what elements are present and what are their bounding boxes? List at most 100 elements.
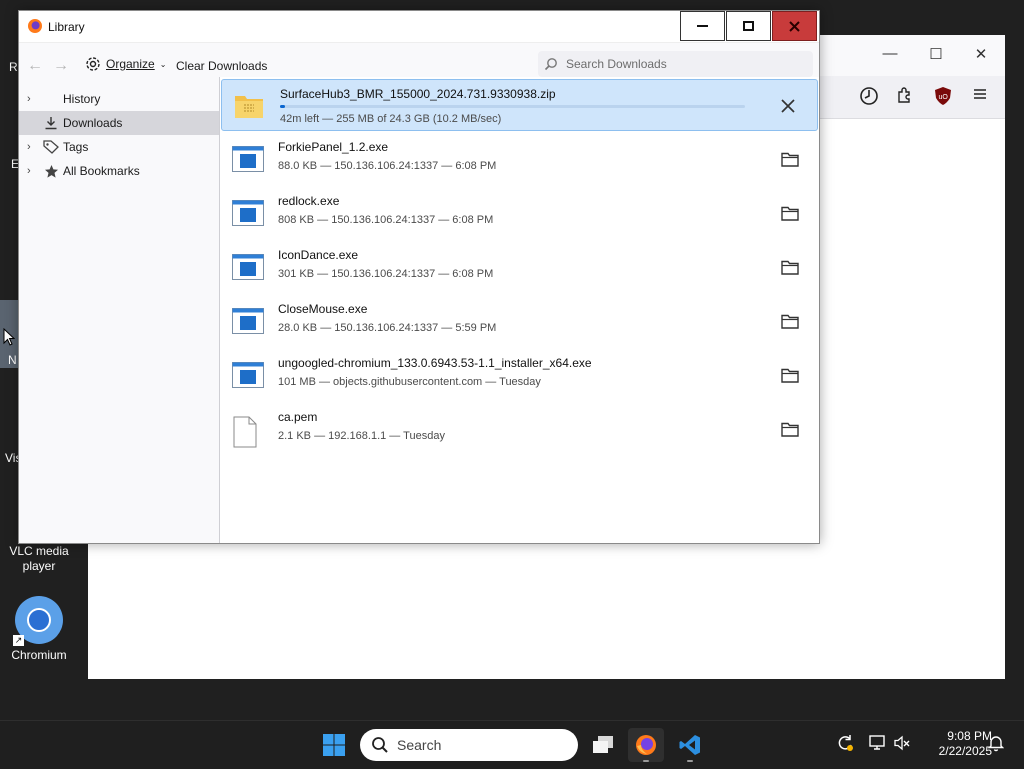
download-item[interactable]: ca.pem 2.1 KB — 192.168.1.1 — Tuesday: [220, 403, 819, 457]
tag-icon: [43, 140, 59, 154]
download-status: 808 KB — 150.136.106.24:1337 — 6:08 PM: [278, 214, 494, 226]
maximize-icon[interactable]: ☐: [926, 45, 946, 63]
app-menu-icon[interactable]: [972, 86, 988, 105]
download-progress-bar: [280, 105, 745, 108]
network-icon[interactable]: [868, 734, 886, 755]
vscode-icon: [679, 735, 700, 755]
sidebar-item-label: History: [63, 92, 101, 106]
show-in-folder-button[interactable]: [779, 148, 801, 170]
library-title: Library: [48, 20, 85, 34]
shortcut-arrow-icon: ↗: [13, 635, 24, 646]
show-in-folder-button[interactable]: [779, 202, 801, 224]
search-icon: [544, 58, 557, 71]
download-progress-fill: [280, 105, 285, 108]
library-titlebar[interactable]: Library: [19, 11, 819, 43]
sidebar-item-tags[interactable]: › Tags: [19, 135, 219, 159]
chromium-desktop-icon[interactable]: ↗ Chromium: [0, 596, 78, 663]
download-item[interactable]: SurfaceHub3_BMR_155000_2024.731.9330938.…: [221, 79, 818, 131]
download-item[interactable]: CloseMouse.exe 28.0 KB — 150.136.106.24:1…: [220, 295, 819, 349]
download-icon: [43, 116, 59, 130]
windows-logo-icon: [323, 734, 345, 756]
star-icon: [43, 164, 59, 179]
library-sidebar: › History Downloads › Tags › All Bookmar…: [19, 87, 219, 543]
search-icon: [372, 737, 388, 753]
gear-icon: [86, 57, 100, 71]
task-view-button[interactable]: [585, 728, 621, 762]
executable-file-icon: [232, 146, 264, 175]
task-view-icon: [593, 736, 613, 753]
chevron-right-icon[interactable]: ›: [27, 141, 39, 153]
sidebar-item-label: Downloads: [63, 116, 123, 130]
downloads-list: SurfaceHub3_BMR_155000_2024.731.9330938.…: [219, 77, 819, 543]
chromium-label: Chromium: [11, 648, 67, 662]
show-in-folder-button[interactable]: [779, 418, 801, 440]
minimize-icon[interactable]: —: [880, 45, 900, 62]
library-minimize-button[interactable]: [680, 11, 725, 41]
back-arrow-icon[interactable]: ←: [27, 57, 43, 75]
forward-arrow-icon[interactable]: →: [53, 57, 69, 75]
sidebar-item-label: Tags: [63, 140, 89, 154]
update-icon[interactable]: [836, 734, 854, 755]
desktop-icon-label-fragment: R: [9, 60, 18, 74]
download-filename: SurfaceHub3_BMR_155000_2024.731.9330938.…: [280, 87, 556, 101]
volume-muted-icon[interactable]: [893, 734, 911, 755]
mouse-cursor-icon: [3, 327, 16, 349]
download-status: 301 KB — 150.136.106.24:1337 — 6:08 PM: [278, 268, 494, 280]
cancel-download-button[interactable]: [777, 95, 799, 117]
search-downloads-input[interactable]: [564, 56, 808, 72]
download-status: 28.0 KB — 150.136.106.24:1337 — 5:59 PM: [278, 322, 497, 334]
chromium-icon: ↗: [13, 596, 63, 646]
firefox-icon: [27, 18, 43, 37]
system-clock[interactable]: 9:08 PM 2/22/2025: [912, 729, 992, 759]
executable-file-icon: [232, 200, 264, 229]
executable-file-icon: [232, 254, 264, 283]
start-button[interactable]: [316, 728, 352, 762]
taskbar: Search 9:08 PM 2/22/2025: [0, 720, 1024, 769]
chevron-right-icon[interactable]: ›: [27, 93, 39, 105]
folder-icon: [781, 206, 799, 221]
extensions-icon[interactable]: [896, 86, 914, 107]
sidebar-item-downloads[interactable]: Downloads: [19, 111, 219, 135]
chevron-down-icon: ⌄: [159, 59, 167, 69]
download-status: 2.1 KB — 192.168.1.1 — Tuesday: [278, 430, 445, 442]
clock-time: 9:08 PM: [947, 729, 992, 743]
organize-label: Organize: [106, 57, 155, 71]
desktop-icon-label-fragment: N: [8, 353, 17, 367]
library-close-button[interactable]: [772, 11, 817, 41]
search-downloads-field[interactable]: [538, 51, 813, 77]
sidebar-item-label: All Bookmarks: [63, 164, 140, 178]
minimize-icon: [696, 25, 708, 27]
download-filename: CloseMouse.exe: [278, 302, 368, 316]
chevron-right-icon[interactable]: ›: [27, 165, 39, 177]
svg-text:uO: uO: [939, 94, 949, 101]
show-in-folder-button[interactable]: [779, 310, 801, 332]
taskbar-vscode[interactable]: [672, 728, 708, 762]
sidebar-item-all-bookmarks[interactable]: › All Bookmarks: [19, 159, 219, 183]
show-in-folder-button[interactable]: [779, 256, 801, 278]
organize-menu-button[interactable]: Organize ⌄: [85, 56, 166, 72]
firefox-view-icon[interactable]: [859, 86, 879, 109]
library-maximize-button[interactable]: [726, 11, 771, 41]
download-item[interactable]: ForkiePanel_1.2.exe 88.0 KB — 150.136.106…: [220, 133, 819, 187]
folder-icon: [781, 314, 799, 329]
folder-icon: [781, 368, 799, 383]
download-item[interactable]: redlock.exe 808 KB — 150.136.106.24:1337 …: [220, 187, 819, 241]
folder-icon: [781, 422, 799, 437]
folder-icon: [781, 260, 799, 275]
ublock-origin-icon[interactable]: uO: [934, 86, 952, 109]
taskbar-firefox[interactable]: [628, 728, 664, 762]
download-item[interactable]: IconDance.exe 301 KB — 150.136.106.24:133…: [220, 241, 819, 295]
download-item[interactable]: ungoogled-chromium_133.0.6943.53-1.1_ins…: [220, 349, 819, 403]
close-icon[interactable]: ✕: [971, 45, 991, 63]
taskbar-search-box[interactable]: Search: [360, 729, 578, 761]
show-in-folder-button[interactable]: [779, 364, 801, 386]
notification-bell-icon[interactable]: [987, 734, 1005, 755]
close-icon: [789, 20, 800, 32]
clear-downloads-button[interactable]: Clear Downloads: [176, 59, 267, 73]
vlc-label: VLC media player: [9, 544, 69, 573]
sidebar-item-history[interactable]: › History: [19, 87, 219, 111]
download-status: 42m left — 255 MB of 24.3 GB (10.2 MB/se…: [280, 113, 502, 125]
folder-icon: [781, 152, 799, 167]
clock-date: 2/22/2025: [938, 744, 992, 758]
download-filename: ungoogled-chromium_133.0.6943.53-1.1_ins…: [278, 356, 592, 370]
